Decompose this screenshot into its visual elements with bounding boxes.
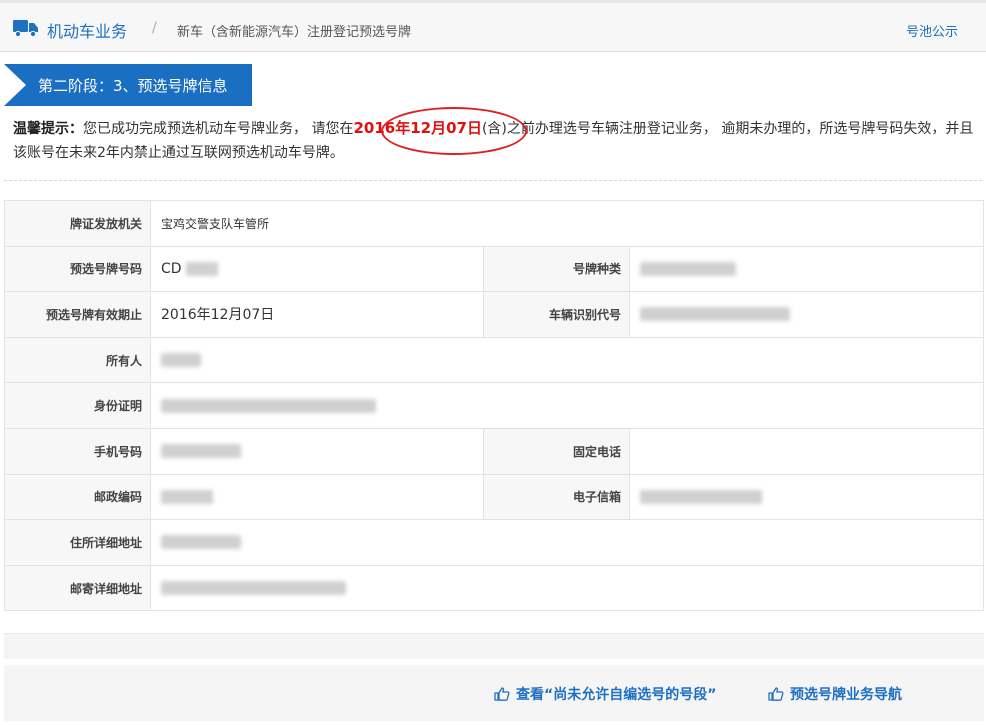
vin-cell bbox=[629, 291, 984, 338]
redacted-value bbox=[161, 535, 241, 550]
restricted-segments-link[interactable]: 查看“尚未允许自编选号的号段” bbox=[494, 684, 716, 704]
truck-icon bbox=[13, 20, 38, 37]
mobile-cell bbox=[150, 427, 484, 475]
business-navigation-link-label[interactable]: 预选号牌业务导航 bbox=[790, 684, 902, 704]
redacted-value bbox=[640, 261, 736, 276]
owner-label: 所有人 bbox=[4, 336, 151, 384]
redacted-value bbox=[161, 353, 201, 368]
expiry-label: 预选号牌有效期止 bbox=[4, 291, 151, 338]
redacted-value bbox=[161, 581, 346, 596]
table-row: 预选号牌有效期止 2016年12月07日 车辆识别代号 bbox=[4, 291, 984, 338]
notice-deadline-date: 2016年12月07日 bbox=[353, 119, 482, 137]
redacted-value bbox=[161, 398, 376, 413]
notice-text: 温馨提示：您已成功完成预选机动车号牌业务， 请您在2016年12月07日(含)之… bbox=[13, 116, 978, 165]
table-row: 预选号牌号码 CD 号牌种类 bbox=[4, 245, 984, 293]
restricted-segments-link-label[interactable]: 查看“尚未允许自编选号的号段” bbox=[516, 684, 716, 704]
footer-spacer bbox=[4, 633, 984, 659]
postcode-label: 邮政编码 bbox=[4, 473, 151, 521]
business-navigation-link[interactable]: 预选号牌业务导航 bbox=[768, 684, 902, 704]
mail-address-cell bbox=[150, 564, 984, 612]
table-row: 牌证发放机关 宝鸡交警支队车管所 bbox=[4, 200, 984, 247]
redacted-value bbox=[161, 489, 213, 504]
breadcrumb-current-page: 新车（含新能源汽车）注册登记预选号牌 bbox=[177, 25, 412, 40]
postcode-cell bbox=[150, 473, 484, 521]
table-row: 所有人 bbox=[4, 336, 984, 384]
stage-ribbon: 第二阶段：3、预选号牌信息 bbox=[4, 64, 252, 106]
issuer-label: 牌证发放机关 bbox=[4, 200, 151, 247]
table-row: 邮政编码 电子信箱 bbox=[4, 473, 984, 521]
notice-lead: 温馨提示： bbox=[13, 121, 83, 137]
plate-number-value: CD bbox=[161, 260, 182, 277]
address-label: 住所详细地址 bbox=[4, 519, 151, 566]
table-row: 邮寄详细地址 bbox=[4, 564, 984, 612]
breadcrumb-separator: / bbox=[152, 20, 157, 36]
id-cell bbox=[150, 382, 984, 429]
address-cell bbox=[150, 519, 984, 566]
redacted-value bbox=[640, 307, 790, 322]
landline-label: 固定电话 bbox=[483, 427, 630, 475]
table-row: 住所详细地址 bbox=[4, 519, 984, 566]
mobile-label: 手机号码 bbox=[4, 427, 151, 475]
redacted-value bbox=[161, 444, 241, 459]
plate-type-label: 号牌种类 bbox=[483, 245, 630, 293]
email-label: 电子信箱 bbox=[483, 473, 630, 521]
redacted-value bbox=[640, 489, 762, 504]
owner-cell bbox=[150, 336, 984, 384]
divider bbox=[4, 180, 982, 181]
vin-label: 车辆识别代号 bbox=[483, 291, 630, 338]
plate-number-label: 预选号牌号码 bbox=[4, 245, 151, 293]
plate-number-cell: CD bbox=[150, 245, 484, 293]
pointing-hand-icon bbox=[768, 687, 784, 701]
plate-type-cell bbox=[629, 245, 984, 293]
breadcrumb-bar: 机动车业务 / 新车（含新能源汽车）注册登记预选号牌 号池公示 bbox=[0, 0, 986, 52]
mail-address-label: 邮寄详细地址 bbox=[4, 564, 151, 612]
email-cell bbox=[629, 473, 984, 521]
pool-announcement-link[interactable]: 号池公示 bbox=[906, 21, 958, 40]
issuer-value: 宝鸡交警支队车管所 bbox=[150, 200, 984, 247]
breadcrumb-section-link[interactable]: 机动车业务 bbox=[47, 18, 127, 42]
plate-info-table: 牌证发放机关 宝鸡交警支队车管所 预选号牌号码 CD 号牌种类 预选号牌有效期止… bbox=[4, 200, 984, 612]
notice-text-1: 您已成功完成预选机动车号牌业务， 请您在 bbox=[83, 121, 354, 137]
id-label: 身份证明 bbox=[4, 382, 151, 429]
table-row: 手机号码 固定电话 bbox=[4, 427, 984, 475]
expiry-value: 2016年12月07日 bbox=[150, 291, 484, 338]
pointing-hand-icon bbox=[494, 687, 510, 701]
landline-value bbox=[629, 427, 984, 475]
table-row: 身份证明 bbox=[4, 382, 984, 429]
redacted-value bbox=[185, 262, 218, 277]
